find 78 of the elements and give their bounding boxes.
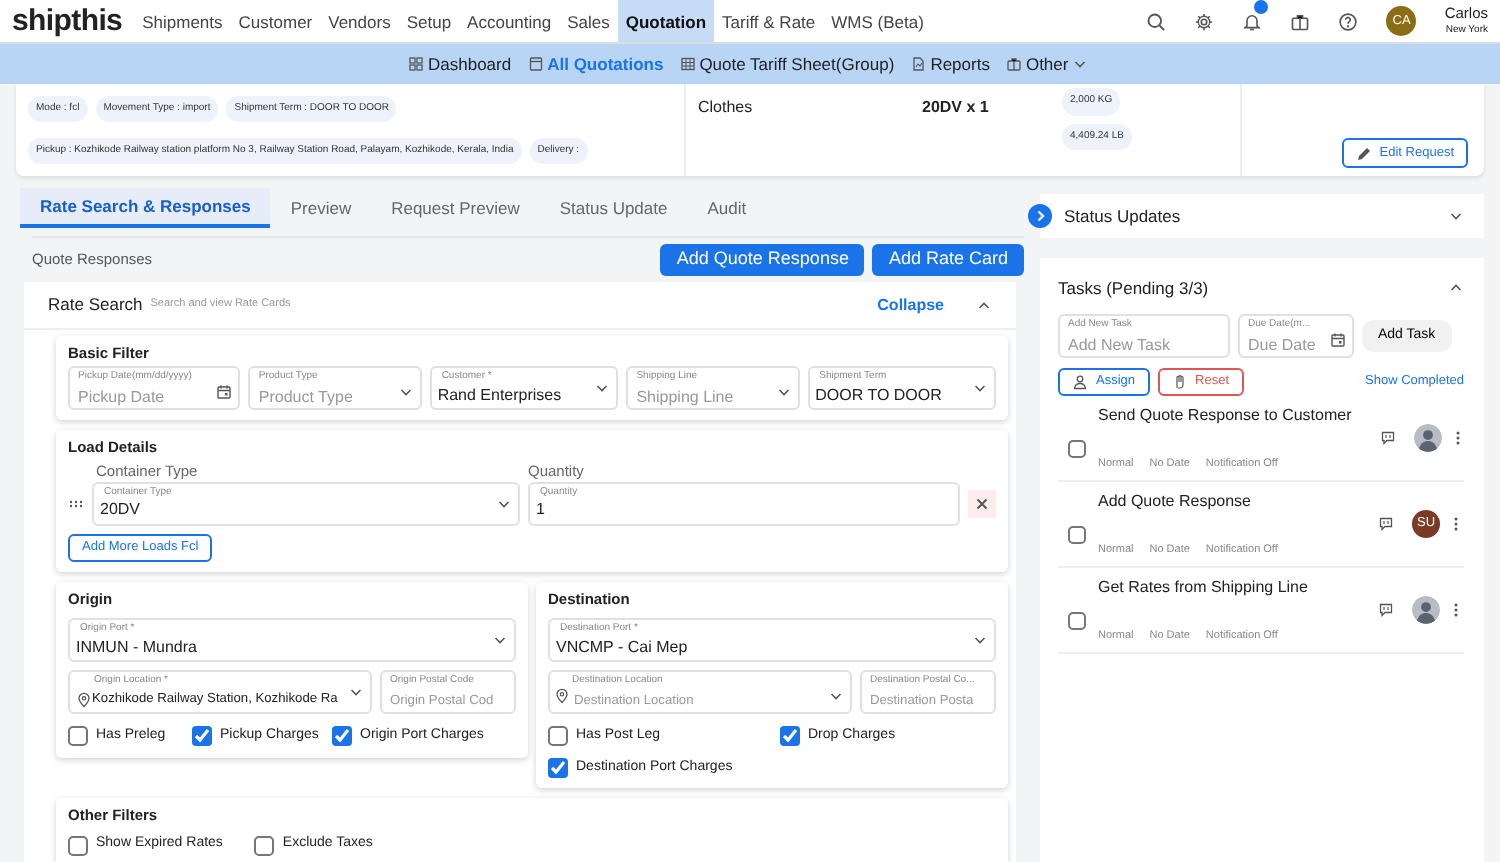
bell-icon[interactable]	[1242, 11, 1263, 31]
document-icon	[527, 56, 544, 72]
subnav-item[interactable]: Other	[997, 44, 1097, 84]
primary-button[interactable]: Add Rate Card	[872, 244, 1024, 276]
task-checkbox[interactable]	[1068, 611, 1086, 629]
calendar-icon[interactable]	[216, 384, 233, 401]
tab[interactable]: Request Preview	[371, 188, 540, 228]
avatar-icon[interactable]	[1412, 596, 1440, 624]
briefcase-icon	[1005, 56, 1022, 72]
tab[interactable]: Status Update	[539, 188, 688, 228]
settings-icon[interactable]	[1194, 11, 1215, 31]
comment-icon[interactable]	[1378, 516, 1394, 532]
checkbox[interactable]	[254, 835, 275, 855]
dashboard-icon	[408, 56, 424, 72]
nav-item[interactable]: Tariff & Rate	[714, 0, 824, 42]
panel-title: Tasks (Pending 3/3)	[1058, 275, 1209, 301]
commodity-text: Clothes	[698, 96, 753, 120]
report-icon	[910, 56, 927, 72]
subnav-item[interactable]: Quote Tariff Sheet(Group)	[671, 44, 903, 84]
location-pin-icon	[76, 691, 92, 707]
nav-item[interactable]: WMS (Beta)	[823, 0, 932, 42]
task-title: Send Quote Response to Customer	[1098, 404, 1352, 428]
nav-item[interactable]: Customer	[230, 0, 321, 42]
chevron-up-icon[interactable]	[1448, 280, 1464, 296]
caret-icon	[1072, 56, 1089, 72]
notification-badge	[1254, 0, 1269, 13]
logo[interactable]: shipthis	[0, 0, 135, 43]
remove-button[interactable]	[968, 489, 996, 518]
chevron-up-icon[interactable]	[976, 297, 992, 313]
checkbox[interactable]	[548, 726, 568, 747]
comment-icon[interactable]	[1379, 430, 1396, 446]
nav-item[interactable]: Sales	[559, 0, 618, 42]
task-checkbox[interactable]	[1068, 439, 1086, 457]
close-icon	[974, 495, 990, 512]
person-icon	[1072, 374, 1088, 390]
subnav-item[interactable]: Dashboard	[400, 44, 520, 84]
help-icon[interactable]	[1338, 11, 1359, 31]
container-text: 20DV x 1	[922, 96, 989, 120]
table-icon	[679, 56, 696, 72]
task-checkbox[interactable]	[1068, 525, 1086, 543]
calendar-icon[interactable]	[1330, 332, 1346, 348]
location-pin-icon	[554, 688, 570, 704]
subnav-item[interactable]: Reports	[902, 44, 998, 84]
tab[interactable]: Audit	[687, 188, 767, 228]
card-title: Rate Search	[48, 292, 143, 318]
chevron-down-icon[interactable]	[492, 632, 508, 648]
pencil-icon	[1355, 145, 1372, 161]
tab[interactable]: Rate Search & Responses	[20, 188, 271, 228]
chevron-down-icon[interactable]	[594, 380, 611, 397]
checkbox[interactable]	[332, 726, 352, 747]
checkbox[interactable]	[192, 726, 212, 747]
chevron-down-icon[interactable]	[1448, 208, 1464, 224]
checkbox[interactable]	[68, 726, 88, 747]
panel-title: Status Updates	[1064, 203, 1181, 229]
chevron-down-icon[interactable]	[775, 384, 792, 401]
search-icon[interactable]	[1146, 11, 1167, 31]
comment-icon[interactable]	[1378, 602, 1394, 618]
checkbox[interactable]	[68, 835, 88, 855]
checkbox[interactable]	[780, 726, 800, 747]
task-title: Get Rates from Shipping Line	[1098, 576, 1310, 600]
primary-button[interactable]: Add Quote Response	[660, 244, 865, 276]
nav-item[interactable]: Accounting	[459, 0, 560, 42]
task-title: Add Quote Response	[1098, 490, 1253, 514]
nav-item[interactable]: Setup	[398, 0, 460, 42]
chevron-down-icon[interactable]	[348, 684, 364, 700]
tab[interactable]: Preview	[270, 188, 372, 228]
drag-handle-icon[interactable]	[68, 495, 84, 512]
nav-item[interactable]: Shipments	[134, 0, 231, 42]
chevron-down-icon[interactable]	[397, 384, 414, 401]
checkbox[interactable]	[548, 757, 568, 778]
nav-item[interactable]: Vendors	[320, 0, 399, 42]
nav-item[interactable]: Quotation	[617, 0, 715, 42]
briefcase-icon[interactable]	[1290, 11, 1311, 31]
chevron-down-icon[interactable]	[828, 688, 844, 704]
chevron-down-icon[interactable]	[972, 632, 988, 648]
avatar-icon[interactable]	[1413, 424, 1442, 452]
chevron-down-icon[interactable]	[972, 380, 989, 397]
collapse-link[interactable]: Collapse	[877, 293, 944, 317]
